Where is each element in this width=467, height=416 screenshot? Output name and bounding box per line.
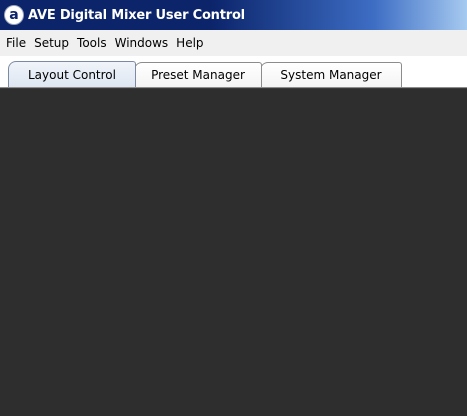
- window-title: AVE Digital Mixer User Control: [28, 7, 245, 23]
- tab-preset-manager[interactable]: Preset Manager: [134, 62, 262, 87]
- tab-system-manager[interactable]: System Manager: [260, 62, 402, 87]
- menu-file[interactable]: File: [2, 34, 30, 52]
- app-logo-icon[interactable]: a: [4, 5, 24, 25]
- menu-windows[interactable]: Windows: [111, 34, 173, 52]
- tab-strip: System Manager Preset Manager Layout Con…: [0, 56, 467, 88]
- app-window: a AVE Digital Mixer User Control File Se…: [0, 0, 467, 416]
- menu-setup[interactable]: Setup: [30, 34, 73, 52]
- menu-help[interactable]: Help: [172, 34, 207, 52]
- menu-tools[interactable]: Tools: [73, 34, 111, 52]
- tab-layout-control[interactable]: Layout Control: [8, 61, 136, 88]
- menu-bar: File Setup Tools Windows Help: [0, 30, 467, 56]
- title-bar[interactable]: a AVE Digital Mixer User Control: [0, 0, 467, 30]
- layout-control-panel[interactable]: [0, 88, 467, 416]
